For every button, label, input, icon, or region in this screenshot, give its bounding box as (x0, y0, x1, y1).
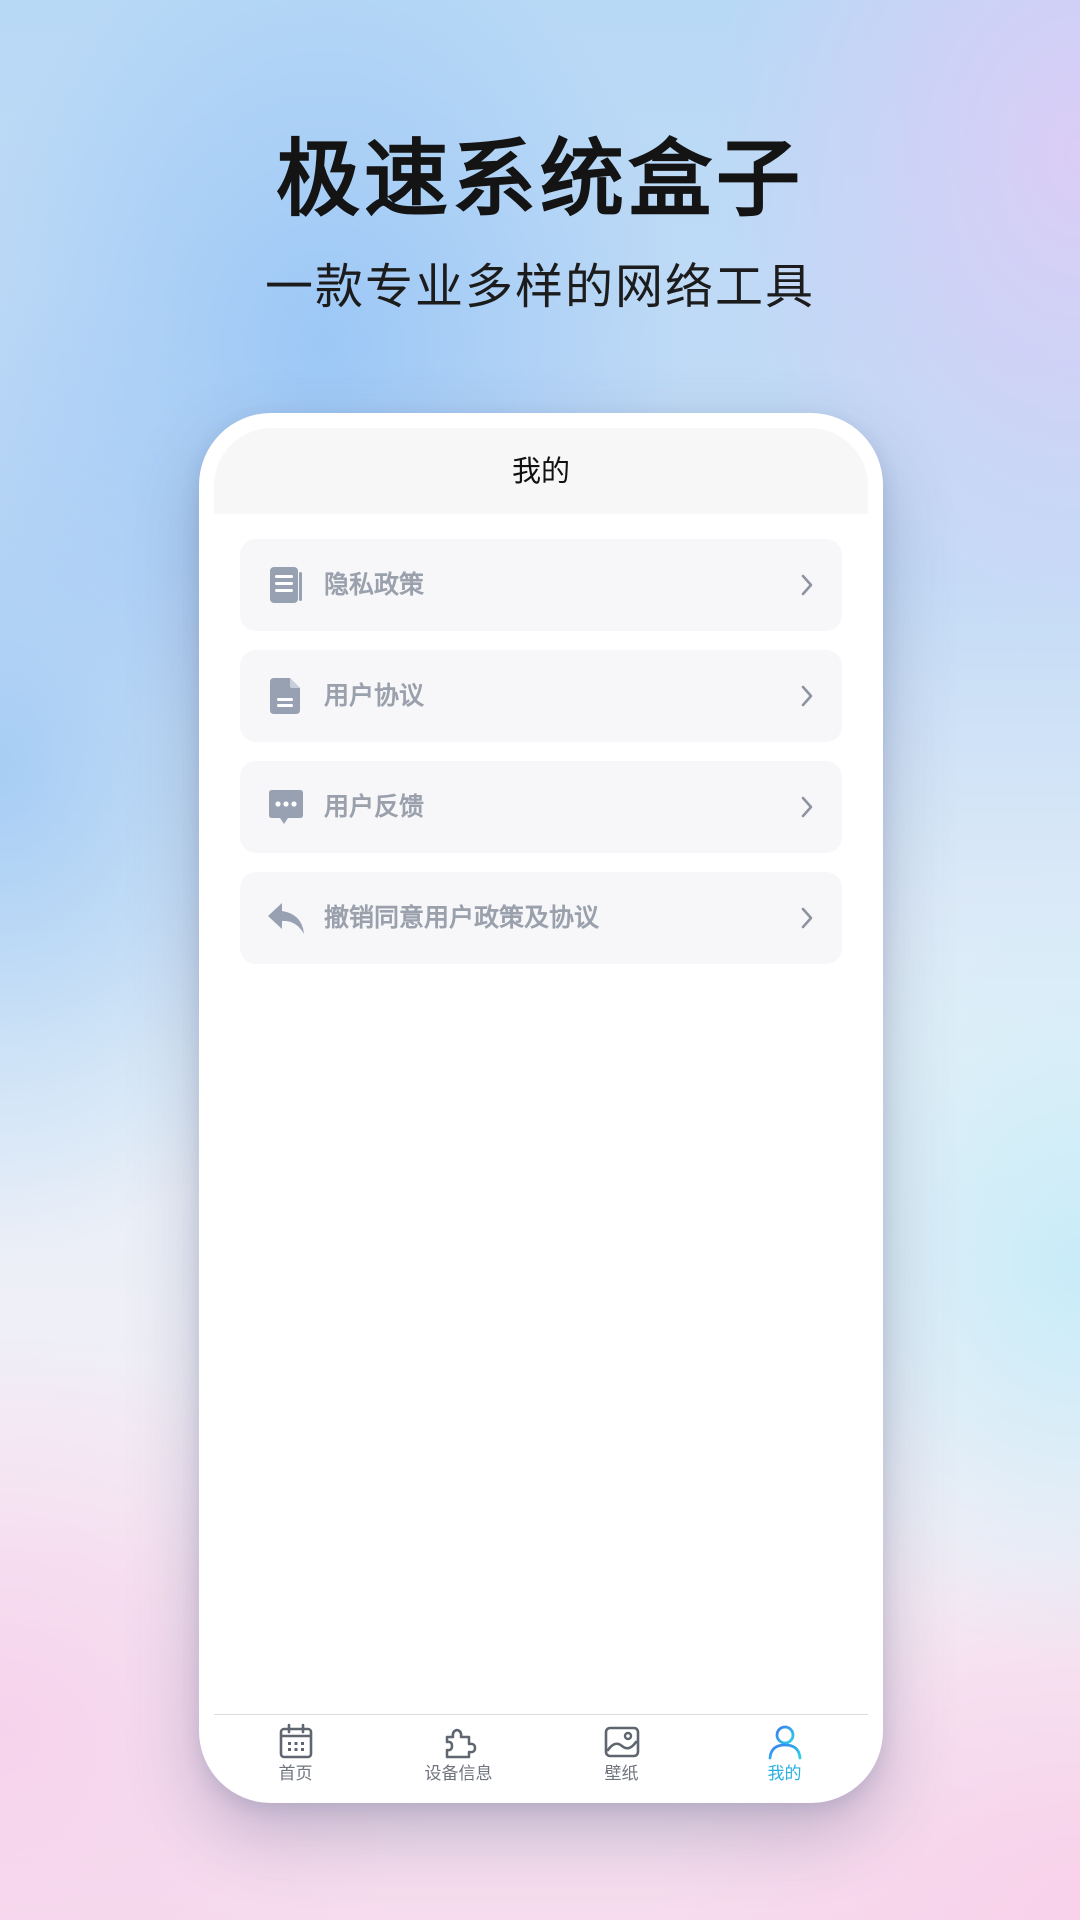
app-screen: 我的 隐私政策 用户协议 用户反馈 撤销同意用户政策及协议 首页 设备信息 壁纸… (214, 428, 868, 1788)
menu-label: 隐私政策 (324, 570, 425, 599)
calendar-icon (279, 1723, 312, 1759)
chevron-right-icon (801, 685, 813, 707)
document-list-icon (270, 567, 302, 603)
image-icon (604, 1726, 639, 1758)
menu-label: 用户反馈 (324, 792, 425, 821)
menu-item-privacy-policy[interactable]: 隐私政策 (240, 539, 842, 631)
tab-home[interactable]: 首页 (214, 1723, 377, 1788)
user-icon (768, 1725, 801, 1760)
menu-label: 撤销同意用户政策及协议 (324, 903, 600, 932)
phone-frame: 我的 隐私政策 用户协议 用户反馈 撤销同意用户政策及协议 首页 设备信息 壁纸… (199, 413, 883, 1803)
tab-label: 壁纸 (604, 1764, 639, 1784)
chevron-right-icon (801, 907, 813, 929)
menu-label: 用户协议 (324, 681, 425, 710)
undo-arrow-icon (268, 903, 304, 934)
menu-item-user-agreement[interactable]: 用户协议 (240, 650, 842, 742)
page-title: 我的 (511, 454, 570, 488)
tab-wallpaper[interactable]: 壁纸 (540, 1723, 703, 1788)
bottom-tab-bar: 首页 设备信息 壁纸 我的 (214, 1714, 868, 1788)
promo-headline: 极速系统盒子 (275, 130, 804, 228)
tab-label: 首页 (278, 1764, 313, 1784)
chevron-right-icon (801, 796, 813, 818)
menu-item-feedback[interactable]: 用户反馈 (240, 761, 842, 853)
tab-mine[interactable]: 我的 (703, 1723, 866, 1788)
tab-device-info[interactable]: 设备信息 (377, 1723, 540, 1788)
tab-label: 设备信息 (424, 1764, 493, 1784)
chevron-right-icon (801, 574, 813, 596)
puzzle-icon (445, 1728, 476, 1759)
app-header: 我的 (214, 428, 868, 514)
promo-subline: 一款专业多样的网络工具 (264, 259, 815, 315)
settings-menu: 隐私政策 用户协议 用户反馈 撤销同意用户政策及协议 (240, 539, 842, 983)
tab-label: 我的 (767, 1764, 802, 1784)
menu-item-revoke-consent[interactable]: 撤销同意用户政策及协议 (240, 872, 842, 964)
chat-bubble-icon (269, 790, 303, 824)
file-icon (270, 678, 300, 714)
